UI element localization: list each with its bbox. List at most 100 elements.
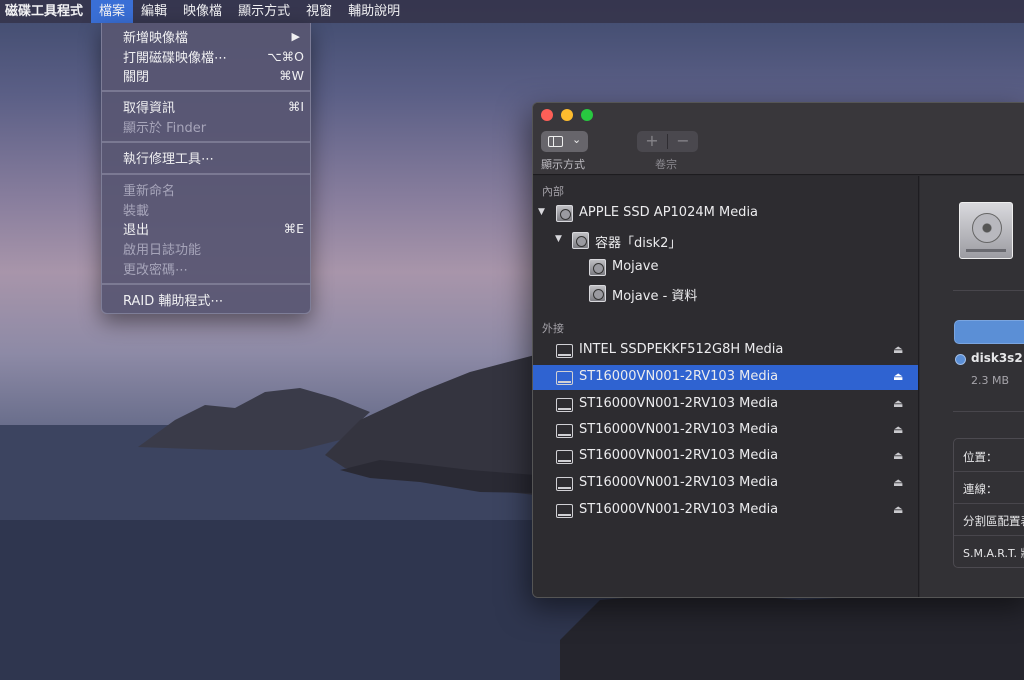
menu-item-change-password: 更改密碼⋯ xyxy=(102,258,310,278)
disk-utility-window: ⌄ 顯示方式 + − 卷宗 內部 ▼ APPLE SSD AP1024M Med… xyxy=(532,102,1024,598)
view-mode-label: 顯示方式 xyxy=(541,158,585,171)
eject-icon[interactable]: ⏏ xyxy=(893,503,903,516)
section-header-internal: 內部 xyxy=(542,185,564,198)
info-label-partition-map: 分割區配置表 xyxy=(963,514,1024,528)
sidebar-item-label: APPLE SSD AP1024M Media xyxy=(579,205,759,220)
sidebar-item-label: ST16000VN001-2RV103 Media xyxy=(579,502,779,517)
external-disk-icon xyxy=(556,398,573,412)
volume-button-group: + − xyxy=(637,131,698,152)
menu-item-eject[interactable]: 退出 ⌘E xyxy=(102,218,310,238)
window-toolbar: ⌄ 顯示方式 + − 卷宗 xyxy=(533,103,1024,175)
sidebar-item-label: ST16000VN001-2RV103 Media xyxy=(579,448,779,463)
menu-view[interactable]: 顯示方式 xyxy=(230,0,298,23)
external-disk-icon xyxy=(556,477,573,491)
menu-help[interactable]: 輔助說明 xyxy=(340,0,408,23)
disk-info-table: 位置： 連線： 分割區配置表 S.M.A.R.T. 狀 xyxy=(953,438,1024,568)
menu-edit[interactable]: 編輯 xyxy=(133,0,175,23)
menu-app-name[interactable]: 磁碟工具程式 xyxy=(0,0,91,23)
info-label-location: 位置： xyxy=(963,450,998,464)
external-disk-icon xyxy=(556,450,573,464)
menu-item-label: RAID 輔助程式⋯ xyxy=(123,293,224,309)
divider xyxy=(954,503,1024,504)
volume-label: 卷宗 xyxy=(655,158,677,171)
sidebar: 內部 ▼ APPLE SSD AP1024M Media ▼ 容器「disk2」… xyxy=(533,176,919,597)
menu-item-get-info[interactable]: 取得資訊 ⌘I xyxy=(102,96,310,116)
sidebar-item-label: ST16000VN001-2RV103 Media xyxy=(579,475,779,490)
submenu-arrow-icon: ▶ xyxy=(291,29,300,43)
info-label-smart-status: S.M.A.R.T. 狀 xyxy=(963,547,1024,560)
sidebar-item-label: ST16000VN001-2RV103 Media xyxy=(579,396,779,411)
add-volume-button[interactable]: + xyxy=(637,131,667,152)
shortcut-label: ⌥⌘O xyxy=(267,48,304,64)
volume-icon xyxy=(589,285,606,302)
sidebar-item-external-disk[interactable]: ST16000VN001-2RV103 Media ⏏ xyxy=(533,498,918,523)
file-menu-dropdown: 新增映像檔 ▶ 打開磁碟映像檔⋯ ⌥⌘O 關閉 ⌘W 取得資訊 ⌘I 顯示於 F… xyxy=(101,23,311,314)
menu-separator xyxy=(102,283,310,285)
sidebar-item-external-disk[interactable]: ST16000VN001-2RV103 Media ⏏ xyxy=(533,418,918,443)
menu-item-label: 取得資訊 xyxy=(123,100,176,116)
sidebar-item-label: ST16000VN001-2RV103 Media xyxy=(579,422,779,437)
divider xyxy=(953,290,1024,291)
menu-window[interactable]: 視窗 xyxy=(298,0,340,23)
menu-item-label: 打開磁碟映像檔⋯ xyxy=(123,50,228,66)
partition-name: disk3s2 xyxy=(971,351,1023,365)
eject-icon[interactable]: ⏏ xyxy=(893,423,903,436)
partition-map-segment[interactable] xyxy=(954,320,1024,344)
external-disk-icon xyxy=(556,344,573,358)
sidebar-item-internal-disk[interactable]: ▼ APPLE SSD AP1024M Media xyxy=(533,201,918,226)
menu-item-rename: 重新命名 xyxy=(102,179,310,199)
eject-icon[interactable]: ⏏ xyxy=(893,397,903,410)
eject-icon[interactable]: ⏏ xyxy=(893,449,903,462)
menu-file[interactable]: 檔案 xyxy=(91,0,134,23)
zoom-window-button[interactable] xyxy=(581,109,593,121)
sidebar-item-label: INTEL SSDPEKKF512G8H Media xyxy=(579,342,784,357)
menu-item-raid-assistant[interactable]: RAID 輔助程式⋯ xyxy=(102,289,310,309)
external-disk-icon xyxy=(556,371,573,385)
shortcut-label: ⌘E xyxy=(283,220,304,236)
menu-item-label: 更改密碼⋯ xyxy=(123,262,189,278)
detail-pane: disk3s2 2.3 MB 位置： 連線： 分割區配置表 S.M.A.R.T.… xyxy=(920,176,1024,597)
eject-icon[interactable]: ⏏ xyxy=(893,343,903,356)
sidebar-item-volume[interactable]: Mojave - 資料 xyxy=(533,281,918,306)
remove-volume-button[interactable]: − xyxy=(668,131,698,152)
menu-item-close[interactable]: 關閉 ⌘W xyxy=(102,65,310,85)
menu-item-label: 重新命名 xyxy=(123,183,176,199)
divider xyxy=(953,411,1024,412)
divider xyxy=(954,535,1024,536)
divider xyxy=(954,471,1024,472)
menu-item-label: 裝載 xyxy=(123,203,150,219)
shortcut-label: ⌘W xyxy=(279,67,304,83)
menu-item-label: 新增映像檔 xyxy=(123,30,189,46)
menu-item-label: 關閉 xyxy=(123,69,150,85)
menu-item-open-image[interactable]: 打開磁碟映像檔⋯ ⌥⌘O xyxy=(102,46,310,66)
sidebar-item-container[interactable]: ▼ 容器「disk2」 xyxy=(533,228,918,253)
volume-icon xyxy=(589,259,606,276)
sidebar-item-external-disk[interactable]: INTEL SSDPEKKF512G8H Media ⏏ xyxy=(533,338,918,363)
menu-separator xyxy=(102,90,310,92)
eject-icon[interactable]: ⏏ xyxy=(893,476,903,489)
sidebar-item-external-disk-selected[interactable]: ST16000VN001-2RV103 Media ⏏ xyxy=(533,365,918,390)
disclosure-triangle-icon[interactable]: ▼ xyxy=(555,234,562,244)
menu-item-label: 執行修理工具⋯ xyxy=(123,151,215,167)
sidebar-item-external-disk[interactable]: ST16000VN001-2RV103 Media ⏏ xyxy=(533,471,918,496)
menu-item-enable-journaling: 啟用日誌功能 xyxy=(102,238,310,258)
minimize-window-button[interactable] xyxy=(561,109,573,121)
menu-item-label: 顯示於 Finder xyxy=(123,120,207,136)
eject-icon[interactable]: ⏏ xyxy=(893,370,903,383)
disclosure-triangle-icon[interactable]: ▼ xyxy=(538,207,545,217)
view-mode-button[interactable]: ⌄ xyxy=(541,131,588,152)
sidebar-item-volume[interactable]: Mojave xyxy=(533,255,918,280)
menu-bar: 磁碟工具程式 檔案 編輯 映像檔 顯示方式 視窗 輔助說明 xyxy=(0,0,1024,23)
menu-separator xyxy=(102,173,310,175)
sidebar-item-label: ST16000VN001-2RV103 Media xyxy=(579,369,779,384)
sidebar-item-external-disk[interactable]: ST16000VN001-2RV103 Media ⏏ xyxy=(533,392,918,417)
menu-item-label: 退出 xyxy=(123,222,150,238)
internal-disk-icon xyxy=(556,205,573,222)
selected-disk-icon xyxy=(959,202,1013,259)
sidebar-item-external-disk[interactable]: ST16000VN001-2RV103 Media ⏏ xyxy=(533,444,918,469)
menu-item-mount: 裝載 xyxy=(102,199,310,219)
close-window-button[interactable] xyxy=(541,109,553,121)
menu-item-new-image[interactable]: 新增映像檔 ▶ xyxy=(102,26,310,46)
menu-item-first-aid[interactable]: 執行修理工具⋯ xyxy=(102,147,310,167)
menu-images[interactable]: 映像檔 xyxy=(175,0,230,23)
